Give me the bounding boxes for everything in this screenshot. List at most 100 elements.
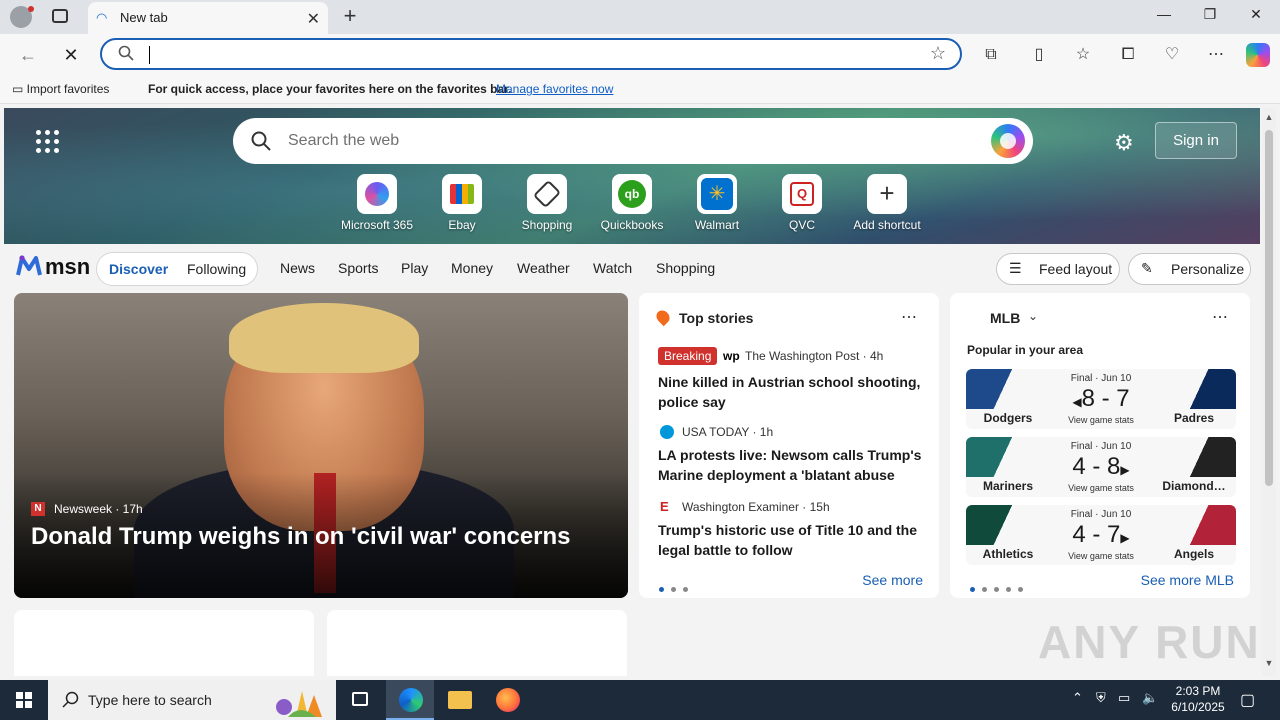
network-icon[interactable]: ▭ (1118, 690, 1130, 706)
manage-favorites-link[interactable]: Manage favorites now (496, 82, 613, 96)
browser-essentials-icon[interactable]: ♡ (1161, 44, 1183, 66)
search-icon (118, 45, 134, 61)
more-options-icon[interactable]: ⋯ (901, 307, 917, 327)
game-score-row[interactable]: Mariners Diamond… Final · Jun 10 4 - 8▶ … (966, 437, 1236, 497)
tab-actions-icon[interactable] (52, 9, 68, 23)
shortcut-quickbooks[interactable]: qb Quickbooks (587, 174, 677, 232)
settings-gear-icon[interactable]: ⚙ (1114, 130, 1134, 156)
game-stats-link[interactable]: View game stats (966, 415, 1236, 425)
nav-money[interactable]: Money (451, 260, 493, 276)
shortcut-shopping[interactable]: Shopping (502, 174, 592, 232)
search-icon (251, 131, 271, 151)
split-screen-icon[interactable]: ▯ (1028, 44, 1050, 66)
nav-sports[interactable]: Sports (338, 260, 378, 276)
folder-icon (448, 691, 472, 709)
scroll-up-icon[interactable]: ▲ (1262, 112, 1276, 122)
copilot-icon[interactable] (991, 124, 1025, 158)
feed-card[interactable] (14, 610, 314, 676)
security-icon[interactable]: ⛨ (1096, 690, 1106, 706)
carousel-dots[interactable] (659, 579, 695, 597)
ebay-icon (442, 174, 482, 214)
winner-arrow-icon: ▶ (1120, 463, 1130, 477)
start-button[interactable] (0, 680, 48, 720)
extensions-icon[interactable]: ⧉ (980, 44, 1002, 66)
volume-icon[interactable]: 🔈 (1142, 690, 1158, 706)
msn-butterfly-icon (16, 255, 42, 276)
page-scrollbar[interactable]: ▲ ▼ (1262, 108, 1276, 676)
nav-play[interactable]: Play (401, 260, 428, 276)
nav-weather[interactable]: Weather (517, 260, 570, 276)
back-button[interactable]: ← (17, 44, 39, 66)
story-source: The Washington Post · 4h (745, 349, 884, 363)
notifications-icon[interactable]: ▢ (1240, 690, 1255, 710)
stop-loading-button[interactable]: ✕ (60, 44, 82, 66)
feature-title[interactable]: Donald Trump weighs in on 'civil war' co… (31, 523, 571, 551)
game-score-row[interactable]: Dodgers Padres Final · Jun 10 ◀8 - 7 Vie… (966, 369, 1236, 429)
shortcut-qvc[interactable]: Q QVC (757, 174, 847, 232)
tab-discover[interactable]: Discover (109, 261, 168, 277)
edge-taskbar-button[interactable] (386, 680, 434, 720)
nav-news[interactable]: News (280, 260, 315, 276)
tab-new-tab[interactable]: ◠ New tab ✕ (88, 2, 328, 34)
more-options-icon[interactable]: ⋯ (1212, 307, 1228, 327)
task-view-button[interactable] (336, 680, 384, 720)
shortcut-walmart[interactable]: ✳ Walmart (672, 174, 762, 232)
new-tab-button[interactable]: + (338, 4, 362, 28)
feed-tabs: Discover Following (96, 252, 258, 286)
breaking-badge: Breaking (658, 347, 718, 365)
game-stats-link[interactable]: View game stats (966, 551, 1236, 561)
mlb-heading[interactable]: MLB (990, 310, 1020, 326)
firefox-icon (496, 688, 520, 712)
quickbooks-icon: qb (612, 174, 652, 214)
carousel-dots[interactable] (970, 579, 1030, 597)
microsoft-365-icon (357, 174, 397, 214)
game-status: Final · Jun 10 (1070, 509, 1132, 520)
restore-button[interactable]: ❐ (1187, 6, 1233, 28)
feature-story-card[interactable]: N Newsweek · 17h Donald Trump weighs in … (14, 293, 628, 598)
tab-title: New tab (120, 10, 168, 25)
web-search-placeholder: Search the web (288, 132, 400, 149)
copilot-icon[interactable] (1246, 43, 1270, 67)
system-clock[interactable]: 2:03 PM 6/10/2025 (1164, 683, 1232, 715)
scrollbar-thumb[interactable] (1265, 130, 1273, 486)
personalize-button[interactable]: ✎ Personalize (1128, 253, 1251, 285)
story-title[interactable]: Trump's historic use of Title 10 and the… (658, 520, 922, 560)
game-stats-link[interactable]: View game stats (966, 483, 1236, 493)
nav-shopping[interactable]: Shopping (656, 260, 715, 276)
address-bar[interactable]: ☆ (100, 38, 962, 70)
import-favorites-button[interactable]: ▭ Import favorites (12, 82, 109, 96)
file-explorer-button[interactable] (436, 680, 484, 720)
apps-launcher-icon[interactable] (36, 130, 60, 154)
favorites-icon[interactable]: ☆ (1072, 44, 1094, 66)
story-title[interactable]: LA protests live: Newsom calls Trump's M… (658, 445, 922, 485)
sign-in-button[interactable]: Sign in (1155, 122, 1237, 159)
story-title[interactable]: Nine killed in Austrian school shooting,… (658, 372, 922, 412)
shortcut-add[interactable]: + Add shortcut (842, 174, 932, 232)
shortcut-ebay[interactable]: Ebay (417, 174, 507, 232)
scroll-down-icon[interactable]: ▼ (1262, 658, 1276, 668)
nav-watch[interactable]: Watch (593, 260, 632, 276)
clock-time: 2:03 PM (1175, 684, 1221, 698)
firefox-button[interactable] (484, 680, 532, 720)
taskbar-search[interactable]: Type here to search (48, 680, 336, 720)
feed-card[interactable] (327, 610, 627, 676)
game-score-row[interactable]: Athletics Angels Final · Jun 10 4 - 7▶ V… (966, 505, 1236, 565)
close-tab-icon[interactable]: ✕ (307, 9, 320, 29)
more-options-icon[interactable]: ⋯ (1205, 44, 1227, 66)
collections-icon[interactable]: ⧠ (1117, 44, 1139, 66)
close-window-button[interactable]: ✕ (1233, 6, 1279, 28)
msn-logo-text: msn (45, 254, 91, 279)
see-more-mlb-link[interactable]: See more MLB (1141, 572, 1234, 588)
usa-today-icon (660, 425, 674, 439)
chevron-up-icon[interactable]: ⌃ (1072, 690, 1083, 706)
text-caret (149, 46, 150, 64)
chevron-down-icon[interactable]: ⌄ (1028, 309, 1038, 323)
see-more-link[interactable]: See more (862, 572, 923, 588)
shortcut-microsoft-365[interactable]: Microsoft 365 (332, 174, 422, 232)
feed-layout-button[interactable]: ☰ Feed layout (996, 253, 1120, 285)
minimize-button[interactable]: — (1141, 6, 1187, 28)
tab-following[interactable]: Following (187, 261, 246, 277)
sliders-icon: ☰ (1009, 260, 1022, 276)
web-search-box[interactable]: Search the web (233, 118, 1033, 164)
favorite-star-icon[interactable]: ☆ (930, 43, 946, 64)
